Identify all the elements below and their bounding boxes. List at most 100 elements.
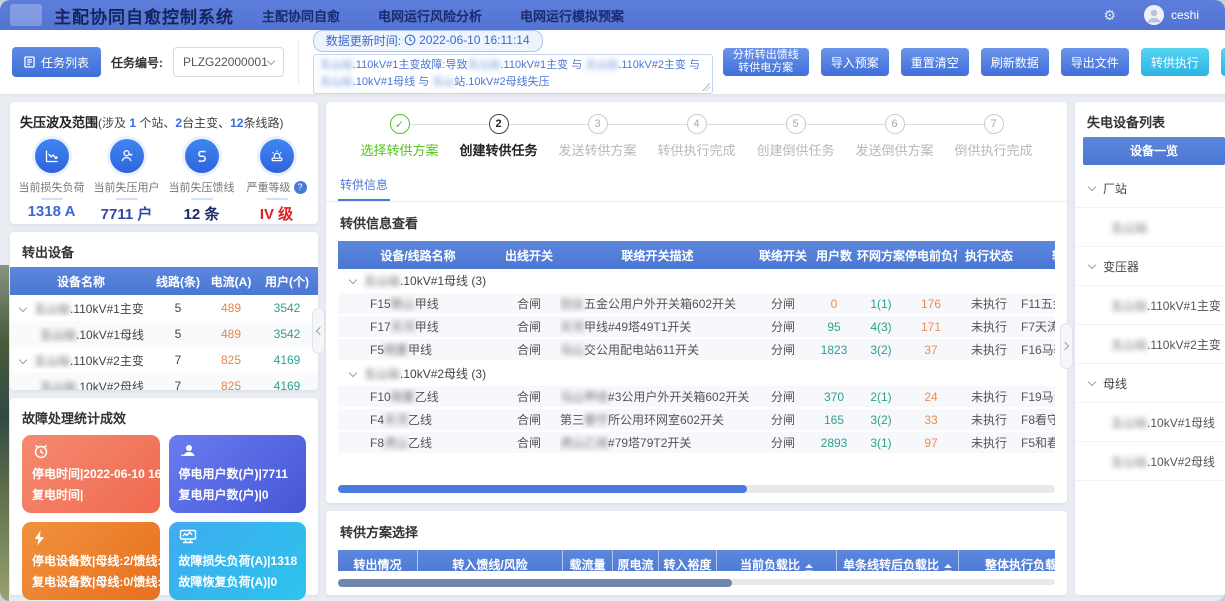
lost-power-device-panel: 失电设备列表 设备一览 厂站五山站变压器五山站.110kV#1主变五山站.110… xyxy=(1075,102,1225,595)
table-row[interactable]: 五山站.110kV#1主变 5 489 3542 xyxy=(10,295,318,321)
clock-icon xyxy=(404,34,416,46)
user-icon xyxy=(110,139,144,173)
nav-item-1[interactable]: 电网运行风险分析 xyxy=(378,6,482,25)
app-title: 主配协同自愈控制系统 xyxy=(54,3,234,28)
expand-caret-icon xyxy=(19,356,27,364)
tree-group[interactable]: 母线 xyxy=(1075,364,1225,403)
metric-value: IV 级 xyxy=(260,203,293,224)
toolbar-button[interactable]: 分析转出馈线转供电方案 xyxy=(723,48,809,76)
nav-item-2[interactable]: 电网运行模拟预案 xyxy=(520,6,624,25)
toolbar-button[interactable]: 倒供执行 xyxy=(1221,48,1225,76)
expand-caret-icon xyxy=(19,304,27,312)
tree-item[interactable]: 五山站.10kV#2母线 xyxy=(1075,442,1225,481)
tab-transfer-info[interactable]: 转供信息 xyxy=(338,169,390,201)
expand-caret-icon xyxy=(1088,377,1096,385)
collapse-left-panel-handle[interactable] xyxy=(312,308,325,354)
metric: 当前损失负荷 1318 A xyxy=(14,139,89,224)
expand-caret-icon xyxy=(349,276,357,284)
fault-stats-panel: 故障处理统计成效 停电时间|2022-06-10 16:11 复电时间| 停电用… xyxy=(10,398,318,595)
table-row[interactable]: F8虎山乙线 合闸 虎山乙线#79塔79T2开关 分闸 2893 3(1) 97… xyxy=(338,432,1055,455)
nav-item-0[interactable]: 主配协同自愈 xyxy=(262,6,340,25)
main-area: 失压波及范围(涉及 1 个站、2台主变、12条线路) 当前损失负荷 1318 A… xyxy=(0,94,1225,601)
step-1: ✓ 选择转供方案 xyxy=(350,114,449,159)
tree-item[interactable]: 五山站.10kV#1母线 xyxy=(1075,403,1225,442)
s-curve-icon xyxy=(185,139,219,173)
table-row[interactable]: F5网夏甲线 合闸 马山交公用配电站611开关 分闸 1823 3(2) 37 … xyxy=(338,339,1055,362)
section-title: 转供信息查看 xyxy=(326,202,1067,241)
task-no-select[interactable]: PLZG22000001 xyxy=(173,47,284,77)
process-stepper: ✓ 选择转供方案 2 创建转供任务 3 发送转供方案 4 转供执行完成 5 创建… xyxy=(326,114,1067,159)
transfer-plan-card: 转供方案选择 转出情况转入馈线/风险载流量原电流转入裕度当前负载比单条线转后负载… xyxy=(326,511,1067,595)
toolbar-button[interactable]: 导出文件 xyxy=(1061,48,1129,76)
table-row[interactable]: 五山站.10kV#1母线 5 489 3542 xyxy=(10,321,318,347)
collapse-right-panel-handle[interactable] xyxy=(1060,323,1073,369)
document-icon xyxy=(24,56,35,68)
tree-group[interactable]: 变压器 xyxy=(1075,247,1225,286)
column-header: 载流量 xyxy=(563,550,613,571)
table-row[interactable]: 五山站.110kV#2主变 7 825 4169 xyxy=(10,347,318,373)
app-logo xyxy=(10,4,42,26)
outage-scope-title: 失压波及范围(涉及 1 个站、2台主变、12条线路) xyxy=(10,102,318,139)
expand-caret-icon xyxy=(1088,260,1096,268)
gear-icon[interactable]: ⚙ xyxy=(1103,7,1116,24)
fault-description-textarea[interactable]: 五山站.110kV#1主变故障:导致五山站.110kV#1主变 与 五山站.11… xyxy=(313,54,713,94)
help-icon[interactable]: ? xyxy=(294,181,307,194)
tree-item[interactable]: 五山站.110kV#1主变 xyxy=(1075,286,1225,325)
table-row[interactable]: F10网夏乙线 合闸 马山甲线#3公用户外开关箱602开关 分闸 370 2(1… xyxy=(338,386,1055,409)
monitor-icon xyxy=(179,529,297,549)
tree-group[interactable]: 厂站 xyxy=(1075,169,1225,208)
column-header: 转入裕度 xyxy=(659,550,717,571)
toolbar-actions: 分析转出馈线转供电方案导入预案重置清空刷新数据导出文件 转供执行倒供执行图形分析 xyxy=(723,48,1225,76)
table-header: 设备名称线路(条)电流(A)用户(个) xyxy=(10,267,318,295)
toolbar-button[interactable]: 重置清空 xyxy=(901,48,969,76)
user-menu[interactable]: ceshi xyxy=(1144,5,1199,25)
transfer-out-devices-panel: 转出设备 设备名称线路(条)电流(A)用户(个) 五山站.110kV#1主变 5… xyxy=(10,232,318,390)
outage-scope-panel: 失压波及范围(涉及 1 个站、2台主变、12条线路) 当前损失负荷 1318 A… xyxy=(10,102,318,224)
panel-title: 失电设备列表 xyxy=(1075,102,1225,137)
top-navbar: 主配协同自愈控制系统 主配协同自愈 电网运行风险分析 电网运行模拟预案 ⚙ cesh… xyxy=(0,0,1225,30)
transfer-info-table: 设备/线路名称出线开关联络开关描述联络开关用户数环网方案停电前负荷执行状态转入馈… xyxy=(338,241,1055,477)
toolbar-button[interactable]: 刷新数据 xyxy=(981,48,1049,76)
metric-value: 7711 户 xyxy=(101,203,153,224)
column-header[interactable]: 整体执行负载比 xyxy=(959,550,1055,571)
task-list-button[interactable]: 任务列表 xyxy=(12,47,101,77)
tree-item[interactable]: 五山站.110kV#2主变 xyxy=(1075,325,1225,364)
toolbar-button[interactable]: 导入预案 xyxy=(821,48,889,76)
group-row[interactable]: 五山站.10kV#2母线 (3) xyxy=(338,362,1055,386)
bolt-icon xyxy=(32,529,150,549)
column-header: 转入馈线/风险 xyxy=(418,550,563,571)
sort-icon xyxy=(944,564,952,571)
tree-item[interactable]: 五山站 xyxy=(1075,208,1225,247)
toolbar-button[interactable]: 转供执行 xyxy=(1141,48,1209,76)
scrollbar-thumb[interactable] xyxy=(338,579,732,587)
table-row[interactable]: F17天河甲线 合闸 天河甲线#49塔49T1开关 分闸 95 4(3) 171… xyxy=(338,316,1055,339)
step-4: 4 转供执行完成 xyxy=(647,114,746,159)
step-6: 6 发送倒供方案 xyxy=(845,114,944,159)
avatar xyxy=(1144,5,1164,25)
group-row[interactable]: 五山站.10kV#1母线 (3) xyxy=(338,269,1055,293)
table-body: 五山站.10kV#1母线 (3) F15联山甲线 合闸 创业五金公用户外开关箱6… xyxy=(338,269,1055,455)
divider xyxy=(298,39,299,85)
column-header[interactable]: 单条线转后负载比 xyxy=(837,550,959,571)
table-row[interactable]: F15联山甲线 合闸 创业五金公用户外开关箱602开关 分闸 0 1(1) 17… xyxy=(338,293,1055,316)
sort-icon xyxy=(805,564,813,571)
device-overview-header[interactable]: 设备一览 xyxy=(1083,137,1225,165)
table-row[interactable]: F4天河乙线 合闸 第三看守所公用环网室602开关 分闸 165 3(2) 33… xyxy=(338,409,1055,432)
panel-title: 转出设备 xyxy=(10,232,318,267)
transfer-plan-table: 转出情况转入馈线/风险载流量原电流转入裕度当前负载比单条线转后负载比整体执行负载… xyxy=(338,550,1055,571)
section-title: 转供方案选择 xyxy=(326,511,1067,550)
column-header[interactable]: 当前负载比 xyxy=(717,550,837,571)
scrollbar-thumb[interactable] xyxy=(338,485,747,493)
task-no-label: 任务编号: xyxy=(111,54,163,71)
chart-down-icon xyxy=(35,139,69,173)
users-icon xyxy=(179,442,297,462)
device-tree: 厂站五山站变压器五山站.110kV#1主变五山站.110kV#2主变母线五山站.… xyxy=(1075,169,1225,481)
table-row[interactable]: 五山站.10kV#2母线 7 825 4169 xyxy=(10,373,318,390)
panel-title: 故障处理统计成效 xyxy=(10,398,318,433)
step-2: 2 创建转供任务 xyxy=(449,114,548,159)
stat-card: 停电用户数(户)|7711 复电用户数(户)|0 xyxy=(169,435,307,513)
step-3: 3 发送转供方案 xyxy=(548,114,647,159)
toolbar: 任务列表 任务编号: PLZG22000001 数据更新时间: 2022-06-… xyxy=(0,30,1225,94)
horizontal-scrollbar xyxy=(338,485,1055,493)
metric: 当前失压用户 7711 户 xyxy=(89,139,164,224)
